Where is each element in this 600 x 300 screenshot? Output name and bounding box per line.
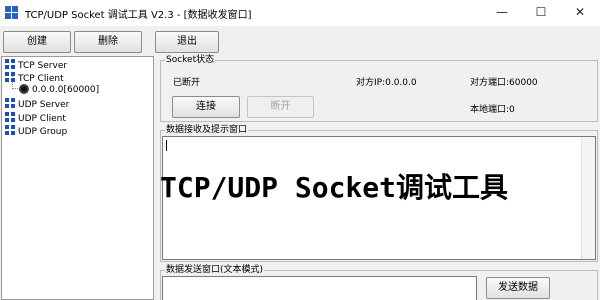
overlay-title: TCP/UDP Socket调试工具 bbox=[160, 171, 509, 204]
tree-item-label: UDP Client bbox=[18, 114, 66, 124]
receive-group-label: 数据接收及提示窗口 bbox=[165, 125, 249, 136]
app-logo-icon bbox=[5, 6, 19, 20]
tree-item-label: 0.0.0.0[60000] bbox=[32, 85, 100, 95]
network-icon bbox=[5, 125, 16, 136]
connection-icon bbox=[19, 84, 29, 94]
title-bar: TCP/UDP Socket 调试工具 V2.3 - [数据收发窗口] — ☐ … bbox=[0, 0, 600, 26]
tree-item-tcp-server[interactable]: TCP Server bbox=[5, 59, 67, 72]
minimize-button[interactable]: — bbox=[492, 3, 512, 21]
network-icon bbox=[5, 72, 16, 83]
tree-item-label: UDP Server bbox=[18, 100, 70, 110]
receive-scrollbar[interactable] bbox=[581, 137, 595, 259]
network-icon bbox=[5, 112, 16, 123]
window-title: TCP/UDP Socket 调试工具 V2.3 - [数据收发窗口] bbox=[25, 10, 252, 21]
send-group-label: 数据发送窗口(文本模式) bbox=[165, 265, 265, 276]
tree-item-udp-group[interactable]: UDP Group bbox=[5, 125, 67, 138]
tree-item-label: TCP Server bbox=[18, 61, 68, 71]
tree-item-udp-client[interactable]: UDP Client bbox=[5, 112, 66, 125]
maximize-button[interactable]: ☐ bbox=[531, 3, 551, 21]
tree-item-label: UDP Group bbox=[18, 127, 68, 137]
send-data-button[interactable]: 发送数据 bbox=[486, 277, 550, 299]
exit-button[interactable]: 退出 bbox=[155, 31, 219, 53]
disconnect-button[interactable]: 断开 bbox=[247, 96, 314, 118]
connect-button[interactable]: 连接 bbox=[172, 96, 240, 118]
local-port: 本地端口:0 bbox=[470, 105, 515, 115]
close-button[interactable]: ✕ bbox=[570, 3, 590, 21]
remote-ip: 对方IP:0.0.0.0 bbox=[356, 78, 417, 88]
socket-status-label: Socket状态 bbox=[165, 55, 216, 66]
tree-item-connection[interactable]: 0.0.0.0[60000] bbox=[19, 84, 99, 96]
remote-port: 对方端口:60000 bbox=[470, 78, 538, 88]
network-icon bbox=[5, 59, 16, 70]
delete-button[interactable]: 删除 bbox=[74, 31, 142, 53]
socket-tree[interactable]: TCP Server TCP Client 0.0.0.0[60000] UDP… bbox=[1, 56, 154, 300]
send-textarea[interactable] bbox=[162, 276, 477, 300]
text-caret bbox=[166, 140, 167, 151]
tree-item-udp-server[interactable]: UDP Server bbox=[5, 98, 69, 111]
connection-state: 已断开 bbox=[173, 78, 201, 88]
network-icon bbox=[5, 98, 16, 109]
create-button[interactable]: 创建 bbox=[3, 31, 71, 53]
tree-item-label: TCP Client bbox=[18, 74, 64, 84]
